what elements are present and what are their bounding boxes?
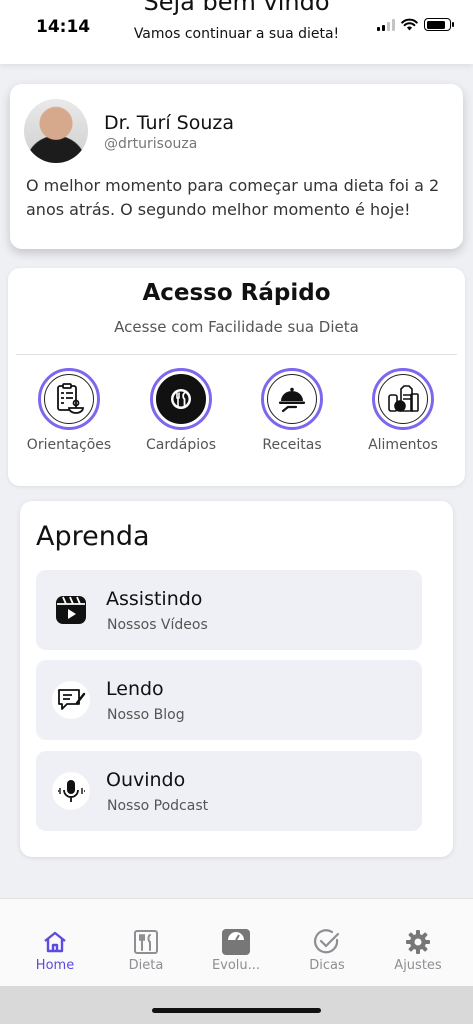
quick-access-orientacoes[interactable]: Orientações [13,368,125,453]
status-icons [377,18,454,31]
welcome-title: Seja bem vindo [143,0,330,16]
tab-label: Ajustes [394,958,442,973]
divider [16,354,457,355]
tab-dicas[interactable]: Dicas [287,928,367,973]
tab-evolucao[interactable]: Evolu... [196,928,276,973]
learn-item-blog[interactable]: Lendo Nosso Blog [36,660,422,740]
quick-access-title: Acesso Rápido [142,280,331,306]
microphone-icon [52,772,90,810]
cloche-icon [267,374,317,424]
app-header: Seja bem vindo Vamos continuar a sua die… [0,0,473,64]
doctor-name: Dr. Turí Souza [104,112,235,134]
home-indicator-area [0,986,473,1024]
home-icon [15,928,95,956]
learn-item-subtitle: Nosso Blog [107,707,185,723]
tab-ajustes[interactable]: Ajustes [378,928,458,973]
quick-access-cardapios[interactable]: Cardápios [125,368,237,453]
quick-access-label: Cardápios [146,437,216,453]
plate-cutlery-icon [156,374,206,424]
learn-item-subtitle: Nossos Vídeos [107,617,208,633]
quick-access-subtitle: Acesse com Facilidade sua Dieta [114,318,359,336]
quick-access-label: Receitas [262,437,322,453]
gear-icon [378,928,458,956]
learn-card: Aprenda Assistindo Nossos Vídeos Lendo N… [20,501,453,857]
home-indicator[interactable] [152,1008,321,1013]
blog-icon [52,681,90,719]
scale-icon [196,928,276,956]
learn-item-title: Assistindo [106,588,203,610]
learn-title: Aprenda [36,521,150,552]
tab-label: Home [35,958,75,973]
learn-item-videos[interactable]: Assistindo Nossos Vídeos [36,570,422,650]
learn-item-subtitle: Nosso Podcast [107,798,209,814]
learn-item-title: Lendo [106,678,164,700]
tab-home[interactable]: Home [15,928,95,973]
quick-access-receitas[interactable]: Receitas [236,368,348,453]
battery-icon [424,18,454,31]
guidelines-icon [44,374,94,424]
wifi-icon [401,18,418,31]
profile-card: Dr. Turí Souza @drturisouza O melhor mom… [10,84,463,249]
avatar [24,99,88,163]
groceries-icon [378,374,428,424]
motivational-quote: O melhor momento para começar uma dieta … [26,176,440,219]
tab-dieta[interactable]: Dieta [106,928,186,973]
doctor-handle: @drturisouza [104,136,198,152]
learn-item-podcast[interactable]: Ouvindo Nosso Podcast [36,751,422,831]
diet-icon [106,928,186,956]
quick-access-alimentos[interactable]: Alimentos [347,368,459,453]
quick-access-label: Orientações [26,437,112,453]
tab-label: Evolu... [211,958,261,973]
quick-access-card: Acesso Rápido Acesse com Facilidade sua … [8,268,465,486]
video-icon [52,591,90,629]
status-time: 14:14 [36,17,91,37]
tab-label: Dicas [309,958,345,973]
quick-access-label: Alimentos [368,437,438,453]
check-circle-icon [287,928,367,956]
learn-item-title: Ouvindo [106,769,186,791]
cellular-signal-icon [377,18,395,31]
tab-label: Dieta [128,958,164,973]
